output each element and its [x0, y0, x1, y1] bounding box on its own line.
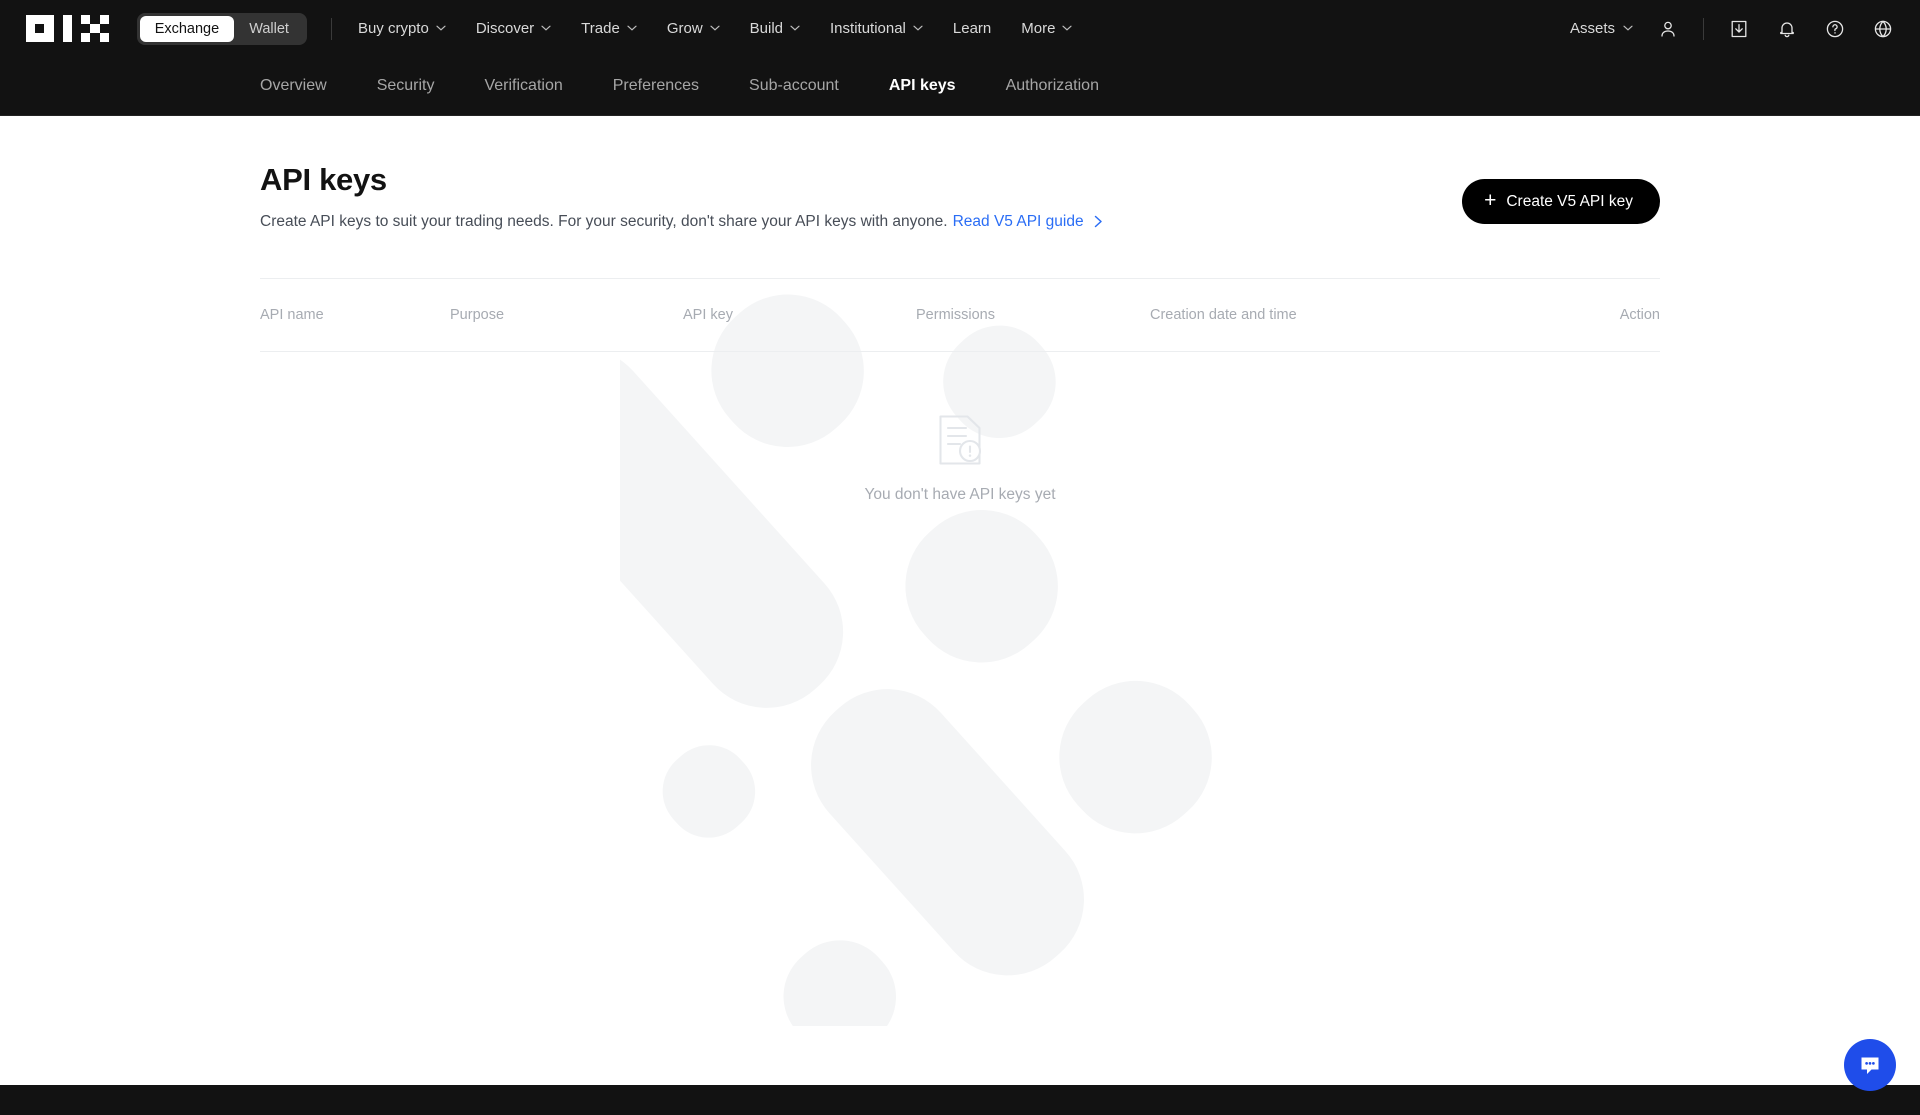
chevron-down-icon	[541, 23, 551, 33]
nav-right-zone: Assets	[1570, 16, 1896, 42]
bell-icon[interactable]	[1774, 16, 1800, 42]
account-sub-navigation: Overview Security Verification Preferenc…	[0, 57, 1920, 116]
chevron-down-icon	[790, 23, 800, 33]
column-purpose: Purpose	[450, 306, 505, 323]
assets-label: Assets	[1569, 20, 1615, 37]
empty-state-message: You don't have API keys yet	[864, 485, 1056, 503]
chevron-right-icon	[1094, 216, 1102, 228]
tab-verification[interactable]: Verification	[484, 77, 562, 95]
toggle-wallet[interactable]: Wallet	[234, 16, 304, 42]
nav-build[interactable]: Build	[750, 20, 800, 37]
empty-state: You don't have API keys yet	[260, 352, 1660, 504]
nav-divider	[330, 17, 332, 40]
nav-label: Institutional	[830, 20, 906, 37]
nav-buy-crypto[interactable]: Buy crypto	[358, 20, 446, 37]
read-api-guide-link[interactable]: Read V5 API guide	[953, 213, 1104, 231]
tab-authorization[interactable]: Authorization	[1006, 77, 1099, 95]
okx-logo[interactable]	[26, 14, 109, 43]
page-body: API keys Create API keys to suit your tr…	[0, 116, 1920, 1115]
tab-preferences[interactable]: Preferences	[613, 77, 699, 95]
tab-sub-account[interactable]: Sub-account	[749, 77, 839, 95]
nav-label: Trade	[581, 20, 620, 37]
nav-label: Learn	[952, 20, 992, 37]
chevron-down-icon	[436, 23, 446, 33]
nav-more[interactable]: More	[1021, 20, 1073, 37]
chat-support-button[interactable]	[1844, 1039, 1896, 1091]
chevron-down-icon	[1623, 23, 1633, 33]
create-api-key-button[interactable]: + Create V5 API key	[1462, 179, 1660, 224]
assets-menu[interactable]: Assets	[1570, 20, 1633, 37]
tab-api-keys[interactable]: API keys	[889, 77, 956, 95]
top-navigation-bar: Exchange Wallet Buy crypto Discover Trad…	[0, 0, 1920, 57]
column-api-key: API key	[683, 306, 733, 323]
page-description: Create API keys to suit your trading nee…	[260, 212, 948, 230]
tab-security[interactable]: Security	[377, 77, 435, 95]
chevron-down-icon	[627, 23, 637, 33]
nav-label: More	[1021, 20, 1056, 37]
download-icon[interactable]	[1726, 16, 1752, 42]
toggle-exchange[interactable]: Exchange	[139, 15, 235, 42]
chevron-down-icon	[710, 23, 720, 33]
nav-label: Grow	[666, 20, 703, 37]
page-content: API keys Create API keys to suit your tr…	[0, 116, 1920, 504]
exchange-wallet-toggle[interactable]: Exchange Wallet	[136, 12, 307, 45]
nav-learn[interactable]: Learn	[953, 20, 991, 37]
column-permissions: Permissions	[916, 306, 995, 323]
nav-label: Discover	[475, 20, 535, 37]
nav-label: Buy crypto	[357, 20, 429, 37]
api-keys-table-header: API name Purpose API key Permissions Cre…	[260, 279, 1660, 352]
plus-icon: +	[1484, 189, 1497, 212]
page-header-text: API keys Create API keys to suit your tr…	[260, 161, 1104, 231]
page-title: API keys	[260, 162, 387, 197]
chat-bubble-icon	[1861, 1057, 1879, 1074]
chevron-down-icon	[913, 23, 923, 33]
nav-institutional[interactable]: Institutional	[830, 20, 923, 37]
nav-trade[interactable]: Trade	[581, 20, 637, 37]
page-header-row: API keys Create API keys to suit your tr…	[260, 116, 1660, 231]
nav-grow[interactable]: Grow	[667, 20, 720, 37]
nav-label: Build	[749, 20, 784, 37]
column-api-name: API name	[260, 306, 324, 323]
column-action: Action	[1619, 306, 1660, 323]
column-creation-date: Creation date and time	[1150, 306, 1297, 323]
globe-icon[interactable]	[1870, 16, 1896, 42]
tab-overview[interactable]: Overview	[260, 77, 327, 95]
help-icon[interactable]	[1822, 16, 1848, 42]
page-description-row: Create API keys to suit your trading nee…	[260, 213, 1104, 231]
guide-link-label: Read V5 API guide	[952, 212, 1084, 230]
page-footer-bar	[0, 1085, 1920, 1115]
primary-nav-links: Buy crypto Discover Trade Grow Build Ins…	[358, 20, 1073, 37]
user-icon[interactable]	[1655, 16, 1681, 42]
create-button-label: Create V5 API key	[1506, 192, 1633, 210]
document-alert-icon	[939, 415, 982, 465]
nav-discover[interactable]: Discover	[476, 20, 551, 37]
right-divider	[1703, 17, 1704, 40]
chevron-down-icon	[1062, 23, 1073, 33]
